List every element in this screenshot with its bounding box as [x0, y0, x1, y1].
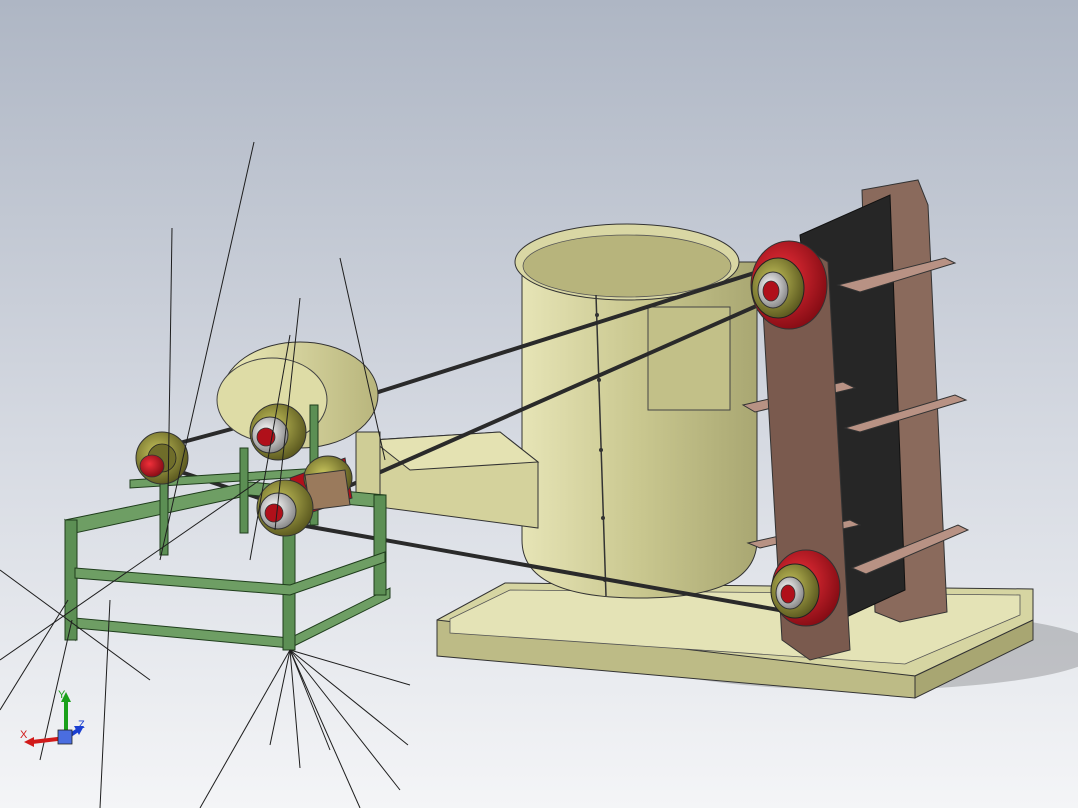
- hopper-cylinder[interactable]: [514, 223, 758, 599]
- x-axis-label: X: [20, 729, 28, 741]
- left-pulley[interactable]: [135, 431, 189, 485]
- cad-viewport[interactable]: X Y Z: [0, 0, 1078, 808]
- elevator-bottom-pulley[interactable]: [770, 549, 841, 627]
- elevator-top-pulley[interactable]: [750, 240, 828, 330]
- assembly-3d-view[interactable]: X Y Z: [0, 0, 1078, 808]
- y-axis-label: Y: [58, 689, 66, 701]
- fan-pulley[interactable]: [249, 403, 307, 461]
- motor-pulley[interactable]: [256, 479, 314, 537]
- z-axis-label: Z: [78, 719, 85, 731]
